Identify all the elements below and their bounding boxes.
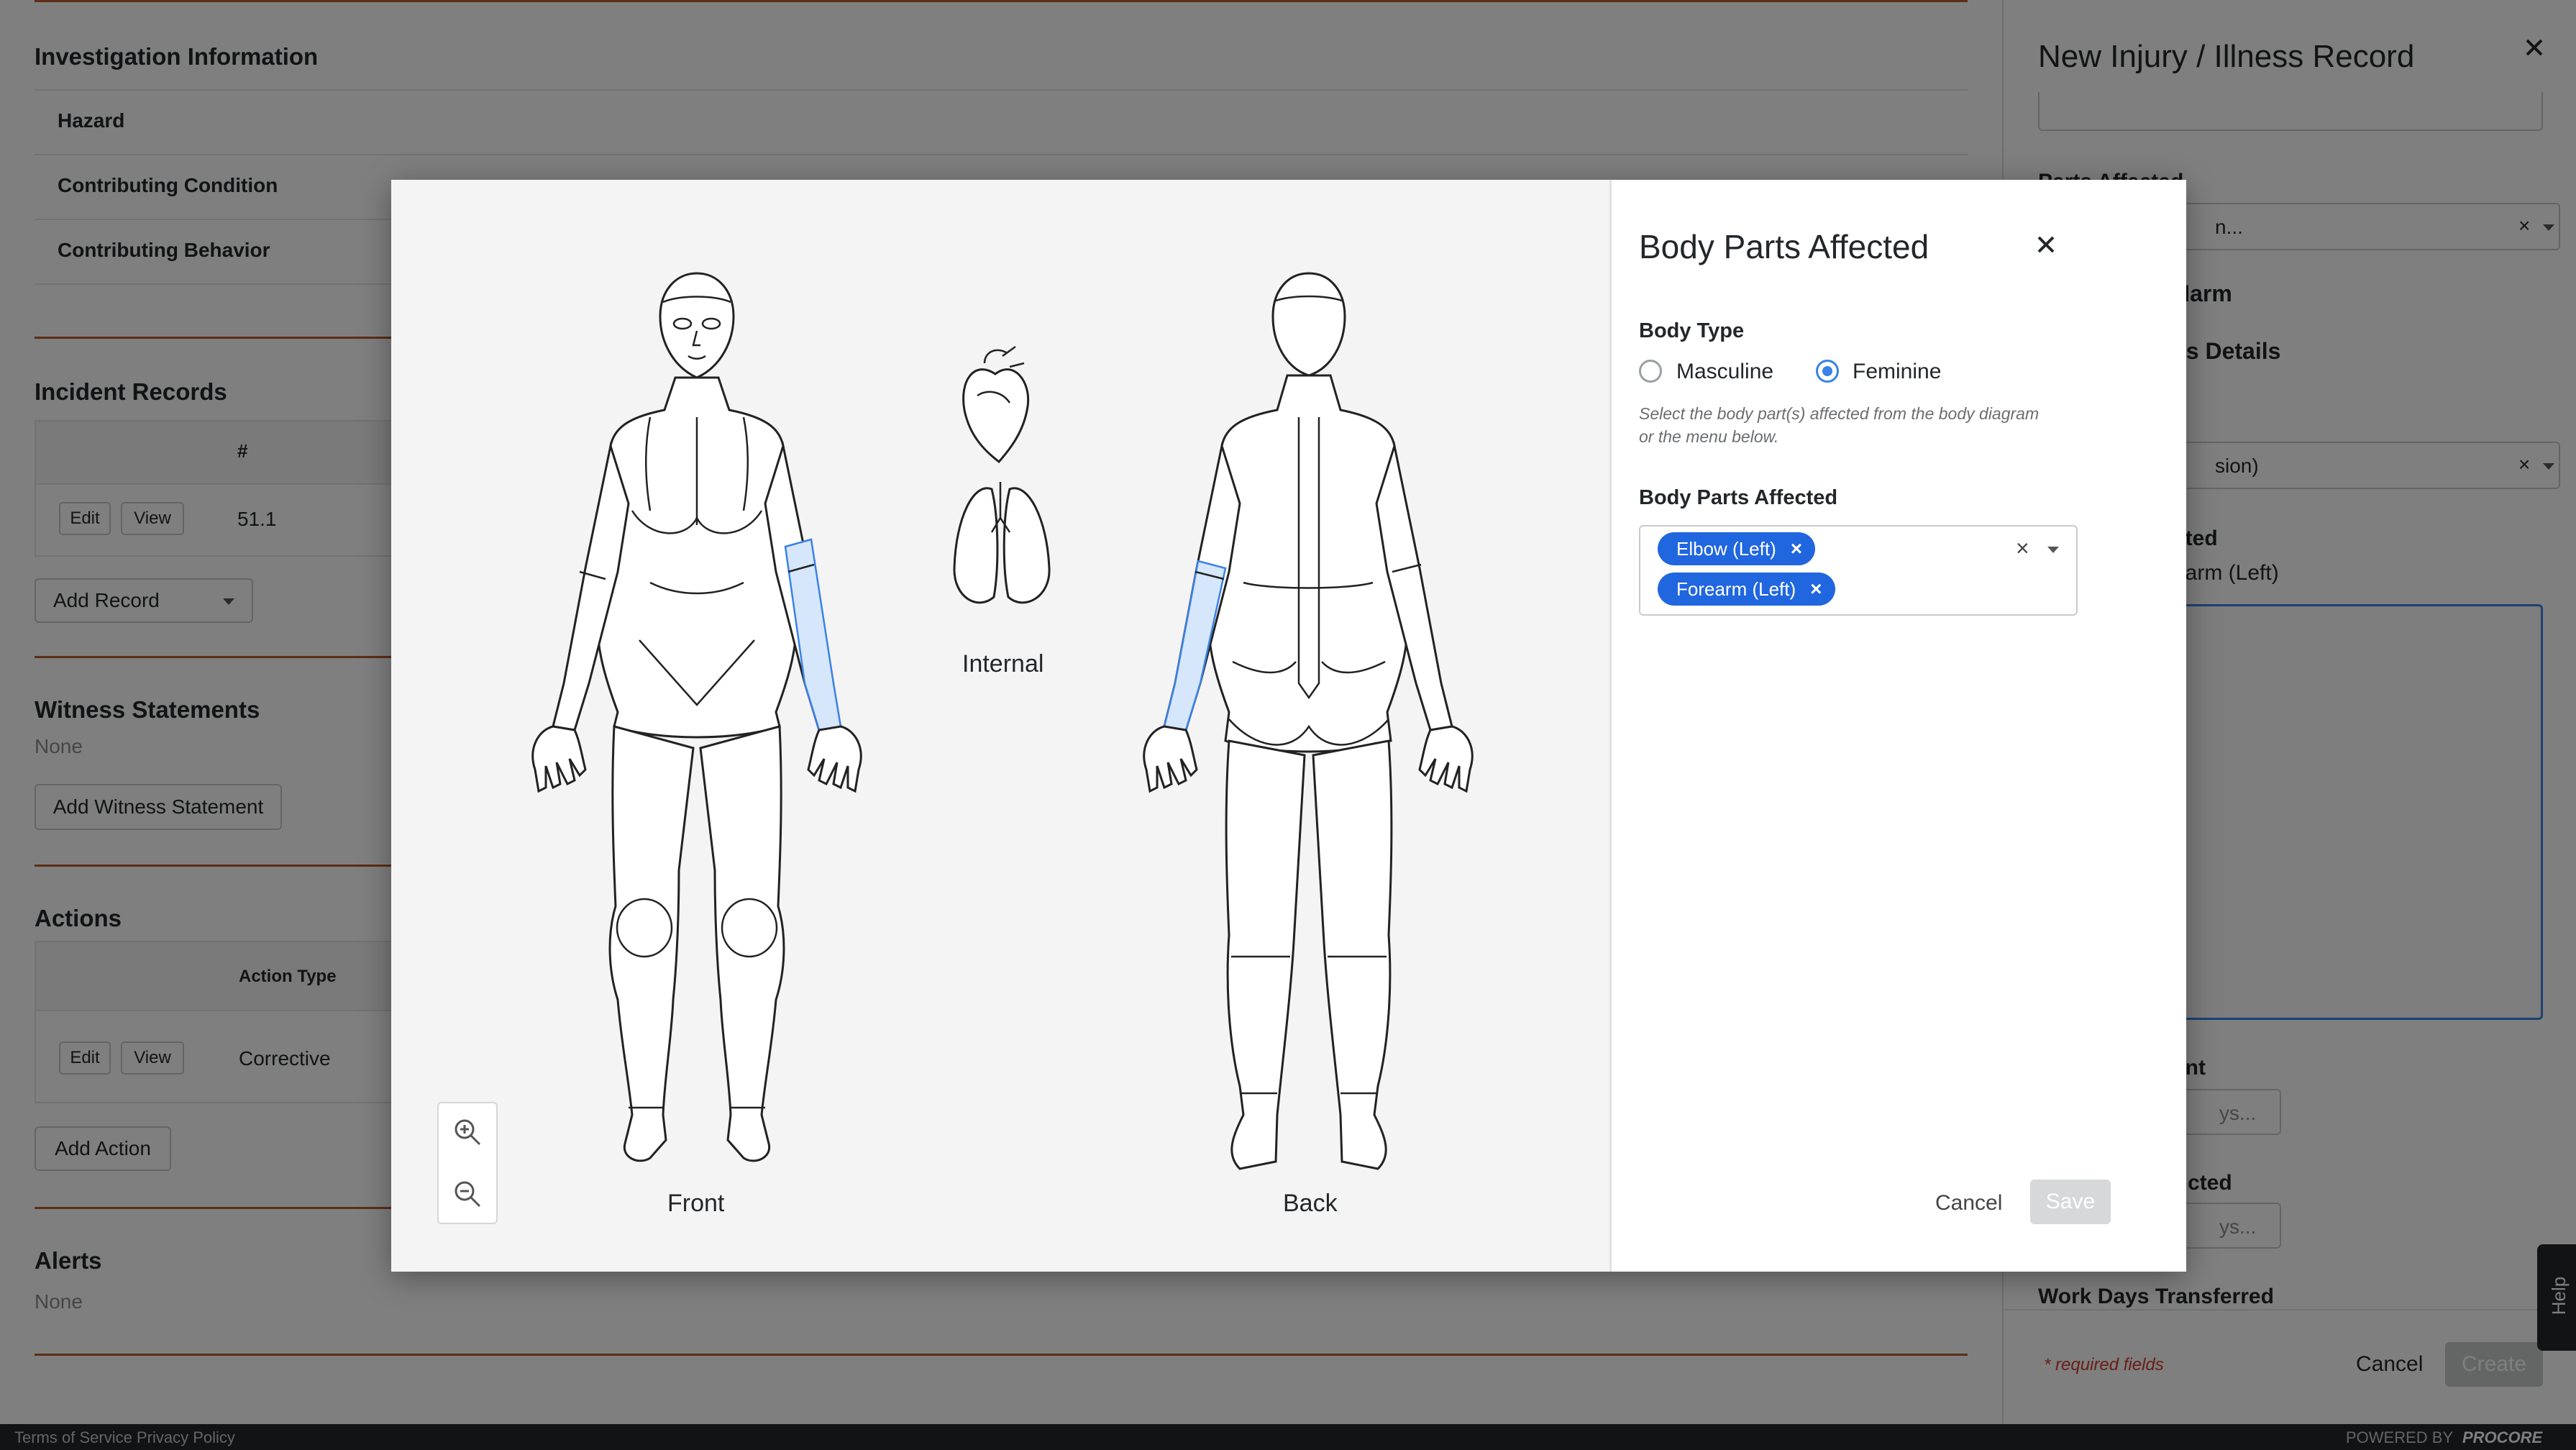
back-left-hand [1143, 725, 1198, 793]
back-right-hand [1418, 725, 1474, 793]
front-right-hand [531, 725, 587, 793]
modal-title: Body Parts Affected [1639, 228, 1929, 265]
chip-elbow-left: Elbow (Left) × [1658, 532, 1816, 565]
internal-organs[interactable] [953, 345, 1051, 604]
zoom-out-icon[interactable] [452, 1178, 483, 1210]
back-label: Back [1283, 1190, 1338, 1217]
right-lung [1002, 487, 1051, 604]
back-left-leg [1225, 739, 1306, 1170]
internal-label: Internal [962, 650, 1044, 678]
zoom-in-icon[interactable] [452, 1116, 483, 1148]
masculine-label[interactable]: Masculine [1676, 360, 1773, 384]
hint-text-line2: or the menu below. [1639, 427, 1779, 446]
body-parts-multiselect[interactable]: Elbow (Left) × Forearm (Left) × × [1639, 525, 2078, 616]
heart [962, 368, 1030, 464]
left-lung [953, 487, 999, 604]
front-head [659, 272, 735, 379]
radio-masculine[interactable] [1639, 360, 1662, 383]
zoom-controls [437, 1102, 498, 1224]
feminine-label[interactable]: Feminine [1853, 360, 1941, 384]
body-diagram: Front Internal Back [391, 180, 1612, 1272]
parts-affected-label: Body Parts Affected [1639, 486, 1838, 509]
chevron-down-icon[interactable] [2047, 547, 2059, 553]
back-figure[interactable] [1143, 272, 1474, 1170]
back-head [1271, 272, 1346, 377]
body-parts-modal: Front Internal Back Body Parts Affected … [391, 180, 2186, 1272]
hint-text-line1: Select the body part(s) affected from th… [1639, 404, 2040, 423]
remove-chip-icon[interactable]: × [1810, 578, 1822, 601]
front-figure[interactable] [531, 272, 862, 1162]
close-icon[interactable] [2032, 230, 2060, 259]
clear-all-icon[interactable]: × [2016, 535, 2029, 562]
modal-cancel-button[interactable]: Cancel [1935, 1191, 2002, 1216]
body-diagram-svg [531, 272, 1474, 1170]
modal-save-button[interactable]: Save [2030, 1180, 2111, 1224]
front-left-hand [807, 725, 862, 793]
back-right-leg [1312, 739, 1393, 1170]
body-type-label: Body Type [1639, 319, 1745, 342]
body-parts-form: Body Parts Affected Body Type Masculine … [1612, 180, 2186, 1272]
radio-feminine[interactable] [1816, 360, 1839, 383]
chip-forearm-left: Forearm (Left) × [1658, 573, 1835, 606]
front-label: Front [667, 1190, 725, 1217]
remove-chip-icon[interactable]: × [1791, 537, 1802, 560]
